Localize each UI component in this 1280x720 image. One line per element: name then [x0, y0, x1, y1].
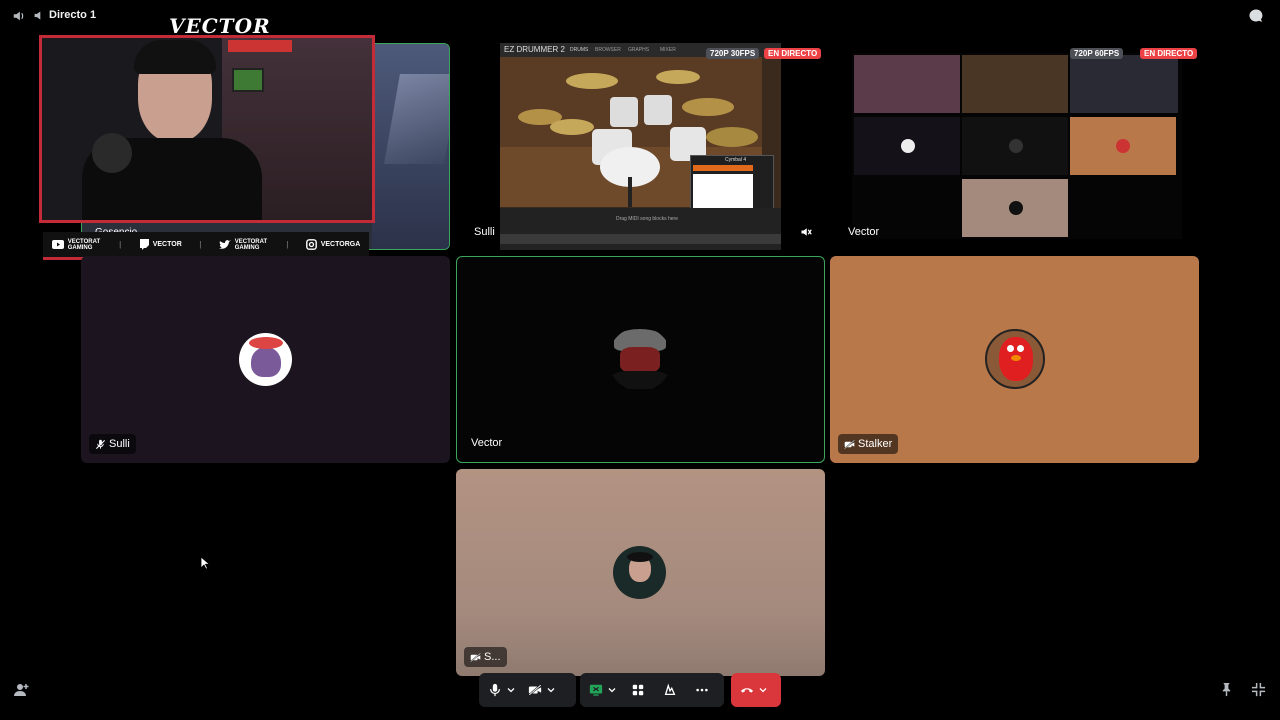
stream-label-vector: Vector	[840, 223, 883, 241]
soundboard-button[interactable]	[659, 673, 681, 707]
screen-share-options-button[interactable]	[607, 673, 617, 707]
chevron-down-icon	[507, 688, 515, 693]
social-twitter: VECTORAT GAMING	[218, 239, 269, 251]
camera-off-icon	[470, 652, 481, 662]
participant-tile-stalker[interactable]: Stalker	[830, 256, 1199, 463]
disconnect-button[interactable]	[736, 673, 758, 707]
drummer-tab-drums: DRUMS	[570, 47, 589, 53]
instagram-icon	[305, 239, 317, 250]
camera-options-button[interactable]	[546, 673, 556, 707]
name-tag-vector: Vector	[471, 437, 503, 449]
avatar	[613, 546, 666, 599]
stream-tile-sulli-screen[interactable]: EZ DRUMMER 2 DRUMS BROWSER GRAPHS MIXER …	[456, 43, 825, 250]
name-tag-stalker: Stalker	[838, 434, 899, 454]
more-options-button[interactable]	[691, 673, 713, 707]
drummer-tab-mixer: MIXER	[660, 47, 676, 53]
chevron-down-icon	[759, 688, 767, 693]
participant-tile-s[interactable]: S...	[456, 469, 825, 676]
speaker-icon[interactable]	[12, 9, 26, 23]
avatar	[985, 329, 1045, 389]
hangup-control	[731, 673, 781, 707]
participant-tile-sulli[interactable]: Sulli	[81, 256, 450, 463]
social-youtube: VECTORAT GAMING	[51, 239, 102, 251]
social-instagram: VECTORGA	[305, 239, 360, 250]
avatar	[239, 333, 292, 386]
cymbal-panel-title: Cymbal 4	[725, 157, 747, 163]
add-user-icon[interactable]	[13, 682, 29, 698]
activity-controls	[580, 673, 724, 707]
twitter-icon	[218, 239, 231, 249]
screen-share-button[interactable]	[585, 673, 607, 707]
name-tag-s: S...	[464, 647, 507, 667]
youtube-icon	[51, 240, 64, 249]
stream-label-text: Vector	[848, 226, 880, 238]
microphone-icon	[490, 683, 500, 697]
stream-tile-vector-screen[interactable]: 720P 60FPS EN DIRECTO Vector	[830, 43, 1199, 250]
stream-label-sulli: Sulli	[466, 223, 499, 241]
drummer-tab-browser: BROWSER	[595, 47, 621, 53]
twitch-icon	[139, 239, 149, 250]
live-badge-sulli: EN DIRECTO	[764, 48, 822, 59]
mic-button[interactable]	[484, 673, 506, 707]
name-tag-sulli: Sulli	[89, 434, 136, 454]
drummer-tab-graphs: GRAPHS	[628, 47, 650, 53]
live-badge-vector: EN DIRECTO	[1140, 48, 1198, 59]
mic-options-button[interactable]	[506, 673, 516, 707]
chat-icon[interactable]	[1248, 8, 1264, 24]
mouse-cursor-icon	[200, 556, 210, 570]
mic-muted-icon	[95, 439, 106, 449]
chevron-down-icon	[608, 688, 616, 693]
drummer-app: EZ DRUMMER 2 DRUMS BROWSER GRAPHS MIXER …	[500, 43, 781, 250]
soundboard-icon	[664, 683, 676, 696]
exit-fullscreen-icon[interactable]	[1251, 682, 1266, 697]
activities-icon	[632, 684, 644, 696]
avatar	[608, 327, 672, 391]
social-twitch: VECTOR	[139, 239, 182, 250]
participant-tile-vector[interactable]: Vector	[456, 256, 825, 463]
drop-hint: Drag MIDI song blocks here	[616, 216, 678, 222]
quality-badge-sulli: 720P 30FPS	[706, 48, 760, 59]
disconnect-options-button[interactable]	[758, 673, 768, 707]
activities-button[interactable]	[627, 673, 649, 707]
webcam-feed	[39, 35, 375, 223]
quality-badge-vector: 720P 60FPS	[1070, 48, 1124, 59]
drummer-app-title: EZ DRUMMER 2	[504, 45, 565, 54]
camera-off-icon	[844, 439, 855, 449]
audio-video-controls	[479, 673, 576, 707]
camera-button[interactable]	[524, 673, 546, 707]
stream-muted-icon[interactable]	[800, 226, 812, 238]
webcam-overlay: VECTOR Gosencio VECTORAT GAMING | VECTOR…	[39, 14, 375, 264]
nested-call-grid	[852, 53, 1182, 239]
chevron-down-icon	[547, 688, 555, 693]
camera-off-icon	[528, 683, 542, 697]
hangup-icon	[740, 688, 754, 693]
screen-share-active-icon	[589, 684, 603, 696]
stream-label-text: Sulli	[474, 226, 495, 238]
pin-icon[interactable]	[1219, 682, 1234, 697]
more-icon	[696, 688, 708, 692]
